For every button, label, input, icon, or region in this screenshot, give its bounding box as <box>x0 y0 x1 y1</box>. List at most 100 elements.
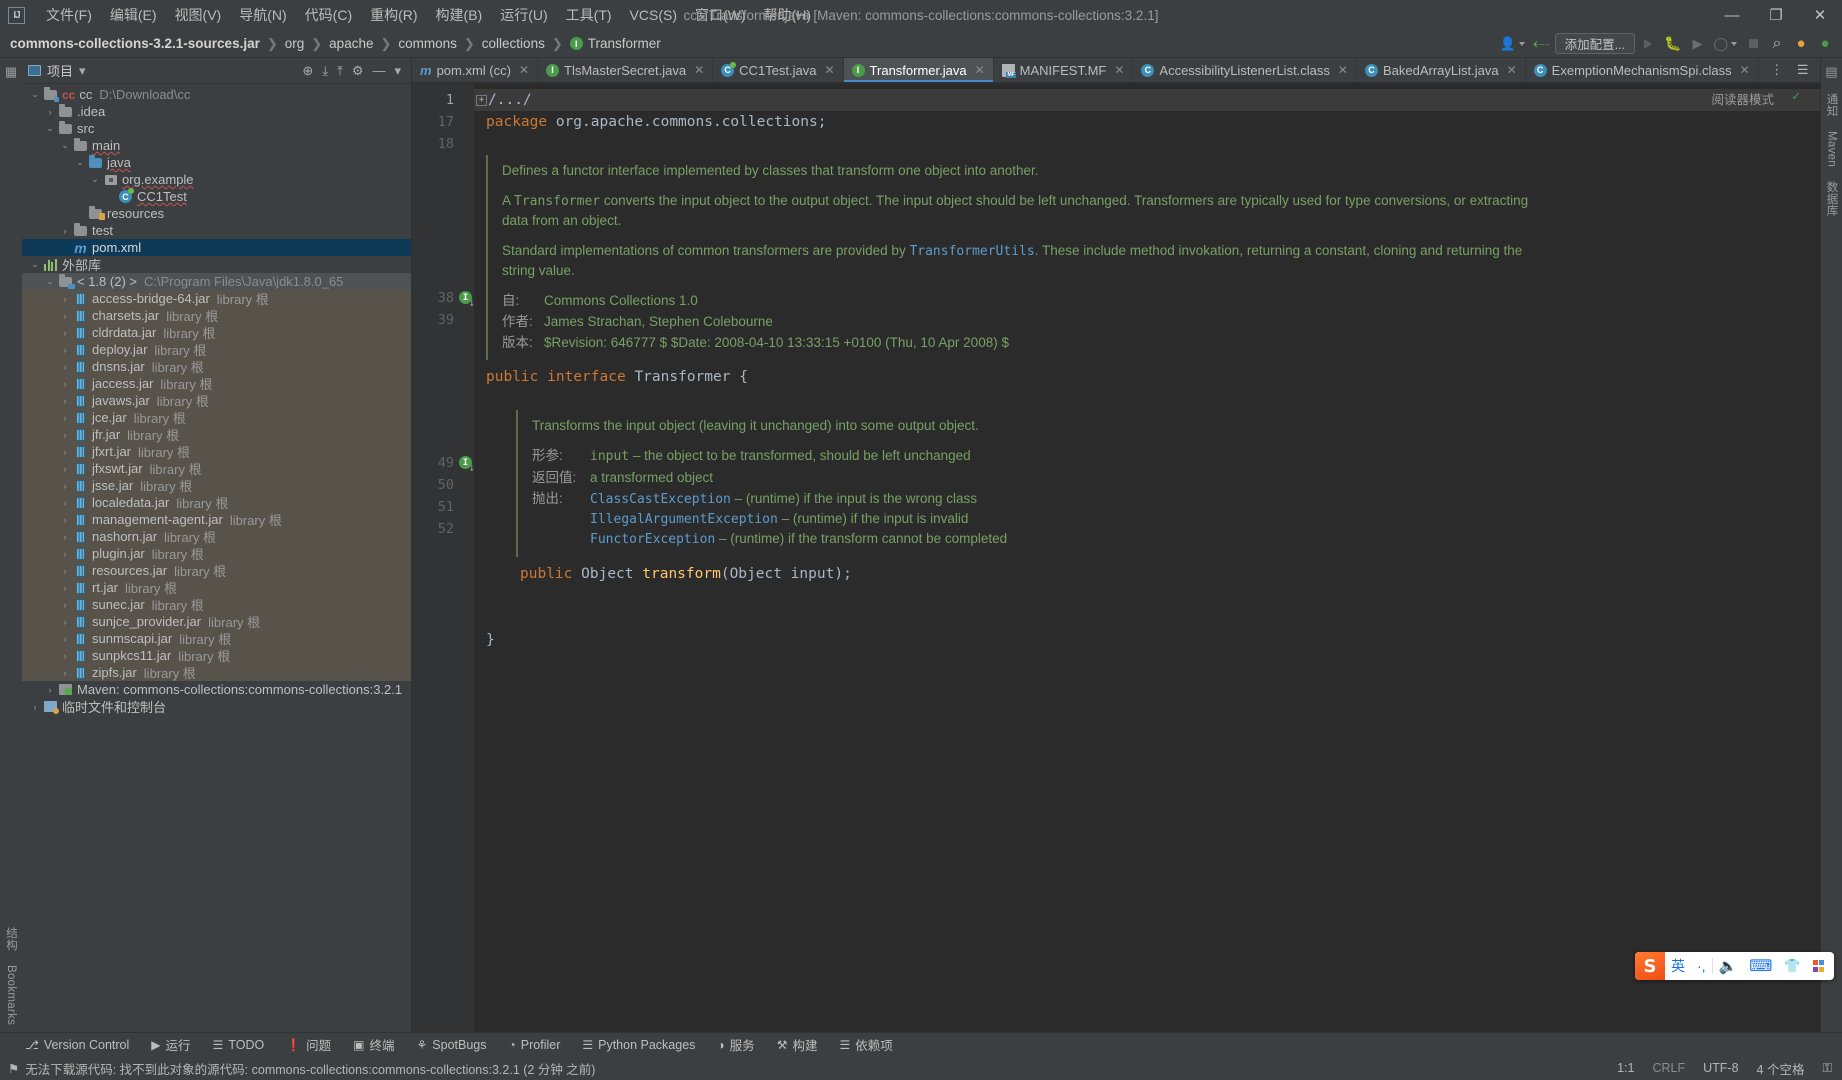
tree-row[interactable]: › management-agent.jar library 根 <box>22 511 411 528</box>
tree-row[interactable]: › deploy.jar library 根 <box>22 341 411 358</box>
method-javadoc[interactable]: Transforms the input object (leaving it … <box>516 410 1586 557</box>
ime-language-mode[interactable]: 英 <box>1665 956 1691 976</box>
breadcrumb-transformer[interactable]: I Transformer <box>569 36 661 51</box>
breadcrumb-jar[interactable]: commons-collections-3.2.1-sources.jar <box>10 36 260 51</box>
tree-row[interactable]: › 临时文件和控制台 <box>22 698 411 715</box>
tree-expand-arrow[interactable]: ⌄ <box>73 157 87 168</box>
reader-mode-label[interactable]: 阅读器模式 <box>1711 89 1774 108</box>
build-hammer-icon[interactable]: ⤎ <box>1530 33 1553 55</box>
tree-expand-arrow[interactable]: › <box>58 464 72 474</box>
indent-setting[interactable]: 4 个空格 <box>1757 1059 1805 1078</box>
editor-tab[interactable]: MANIFEST.MF ✕ <box>994 58 1134 82</box>
tree-row[interactable]: C CC1Test <box>22 188 411 205</box>
close-tab-icon[interactable]: ✕ <box>1507 63 1517 77</box>
tree-expand-arrow[interactable]: › <box>58 668 72 678</box>
javadoc-exception-classcast[interactable]: ClassCastException <box>590 492 731 507</box>
tree-expand-arrow[interactable]: › <box>58 345 72 355</box>
code-content[interactable]: 阅读器模式 ✓ + /.../ package org.apache.commo… <box>474 83 1820 1032</box>
add-configuration-button[interactable]: 添加配置... <box>1554 33 1635 54</box>
tree-expand-arrow[interactable]: ⌄ <box>88 174 102 185</box>
avatar[interactable]: ● <box>1814 33 1836 55</box>
run-config-selector[interactable]: 👤 <box>1497 33 1528 55</box>
run-with-coverage-button[interactable]: ▶ <box>1686 33 1708 55</box>
bottom-tool-todo[interactable]: ☰ TODO <box>210 1036 268 1054</box>
tree-row[interactable]: ⌄ cc cc D:\Download\cc <box>22 86 411 103</box>
tree-expand-arrow[interactable]: › <box>28 702 42 712</box>
minimize-button[interactable]: — <box>1710 0 1754 30</box>
tree-row[interactable]: › localedata.jar library 根 <box>22 494 411 511</box>
javadoc-link-transformerutils[interactable]: TransformerUtils <box>909 244 1034 259</box>
ime-punctuation-icon[interactable]: ·, <box>1691 958 1712 974</box>
tree-row[interactable]: › jsse.jar library 根 <box>22 477 411 494</box>
tree-row[interactable]: › jaccess.jar library 根 <box>22 375 411 392</box>
class-javadoc[interactable]: Defines a functor interface implemented … <box>486 155 1556 360</box>
editor-tab[interactable]: I TlsMasterSecret.java ✕ <box>538 58 714 82</box>
tree-row[interactable]: m pom.xml <box>22 239 411 256</box>
bottom-tool-profiler[interactable]: ◔ Profiler <box>506 1036 564 1054</box>
tree-row[interactable]: › access-bridge-64.jar library 根 <box>22 290 411 307</box>
menu-edit[interactable]: 编辑(E) <box>101 2 166 28</box>
bottom-tool-spotbugs[interactable]: ⚘ SpotBugs <box>414 1036 490 1054</box>
tree-row[interactable]: › zipfs.jar library 根 <box>22 664 411 681</box>
tree-expand-arrow[interactable]: › <box>58 566 72 576</box>
tree-row[interactable]: › test <box>22 222 411 239</box>
maximize-restore-button[interactable]: ❐ <box>1754 0 1798 30</box>
editor-gutter[interactable]: 1 17 18 38 I ↓ 39 49 I ↓ 50 51 52 <box>412 83 475 1032</box>
tree-expand-arrow[interactable]: › <box>58 515 72 525</box>
menu-file[interactable]: 文件(F) <box>37 2 101 28</box>
tree-expand-arrow[interactable]: ⌄ <box>28 259 42 270</box>
tree-row[interactable]: › jfxrt.jar library 根 <box>22 443 411 460</box>
tree-expand-arrow[interactable]: › <box>58 328 72 338</box>
tree-row[interactable]: › jfxswt.jar library 根 <box>22 460 411 477</box>
lock-icon[interactable]: ⚿ <box>1822 1061 1832 1076</box>
collapse-all-icon[interactable]: ⤒ <box>337 63 343 79</box>
tree-expand-arrow[interactable]: › <box>58 447 72 457</box>
breadcrumb-commons[interactable]: commons <box>398 36 457 51</box>
locate-icon[interactable]: ⊕ <box>302 63 313 79</box>
tree-expand-arrow[interactable]: › <box>58 396 72 406</box>
menu-view[interactable]: 视图(V) <box>166 2 231 28</box>
tree-row[interactable]: ⌄ src <box>22 120 411 137</box>
editor-tab[interactable]: C BakedArrayList.java ✕ <box>1357 58 1526 82</box>
ime-toolbar[interactable]: S 英 ·, 🔈 ⌨ 👕 <box>1634 952 1834 980</box>
sogou-logo-icon[interactable]: S <box>1634 952 1665 980</box>
tree-expand-arrow[interactable]: ⌄ <box>28 89 42 100</box>
editor-tab[interactable]: C ExemptionMechanismSpi.class ✕ <box>1526 58 1759 82</box>
project-tree[interactable]: ⌄ cc cc D:\Download\cc › .idea ⌄ src ⌄ main ⌄ java ⌄… <box>22 84 411 1032</box>
hide-panel-icon[interactable]: — <box>372 63 385 78</box>
editor-tab[interactable]: I Transformer.java ✕ <box>843 58 994 82</box>
menu-run[interactable]: 运行(U) <box>491 2 556 28</box>
profiler-button[interactable]: ◯ <box>1710 33 1740 55</box>
tree-row[interactable]: › dnsns.jar library 根 <box>22 358 411 375</box>
settings-gear-icon[interactable]: ⚙ <box>352 63 364 79</box>
tree-expand-arrow[interactable]: › <box>58 600 72 610</box>
tree-expand-arrow[interactable]: › <box>58 226 72 236</box>
tree-row[interactable]: › sunpkcs11.jar library 根 <box>22 647 411 664</box>
inspection-status-icon[interactable]: ✓ <box>1792 89 1800 104</box>
tree-expand-arrow[interactable]: › <box>58 311 72 321</box>
chevron-down-icon[interactable]: ▾ <box>79 63 86 79</box>
tree-expand-arrow[interactable]: › <box>43 685 57 695</box>
ime-keyboard-icon[interactable]: ⌨ <box>1743 956 1778 976</box>
bottom-tool-python-packages[interactable]: ☰ Python Packages <box>579 1036 698 1054</box>
tree-expand-arrow[interactable]: ⌄ <box>43 123 57 134</box>
search-everywhere-icon[interactable]: ⌕ <box>1766 33 1788 55</box>
close-tab-icon[interactable]: ✕ <box>1114 63 1124 77</box>
editor-tab[interactable]: m pom.xml (cc) ✕ <box>412 58 539 82</box>
tree-row[interactable]: ⌄ < 1.8 (2) > C:\Program Files\Java\jdk1.8… <box>22 273 411 290</box>
bottom-tool-依赖项[interactable]: ☰ 依赖项 <box>836 1033 895 1056</box>
rail-bookmarks[interactable]: Bookmarks <box>2 958 20 1032</box>
menu-window[interactable]: 窗口(W) <box>686 2 755 28</box>
breadcrumb-collections[interactable]: collections <box>482 36 545 51</box>
tree-row[interactable]: › jce.jar library 根 <box>22 409 411 426</box>
tree-expand-arrow[interactable]: › <box>58 430 72 440</box>
rail-maven[interactable]: Maven <box>1823 124 1841 174</box>
menu-tools[interactable]: 工具(T) <box>557 2 621 28</box>
tree-expand-arrow[interactable]: › <box>58 481 72 491</box>
close-tab-icon[interactable]: ✕ <box>1338 63 1348 77</box>
tree-row[interactable]: › plugin.jar library 根 <box>22 545 411 562</box>
ime-apps-icon[interactable] <box>1807 960 1831 972</box>
tree-expand-arrow[interactable]: ⌄ <box>43 276 57 287</box>
expand-all-icon[interactable]: ⤓ <box>322 63 328 79</box>
menu-vcs[interactable]: VCS(S) <box>621 4 686 26</box>
